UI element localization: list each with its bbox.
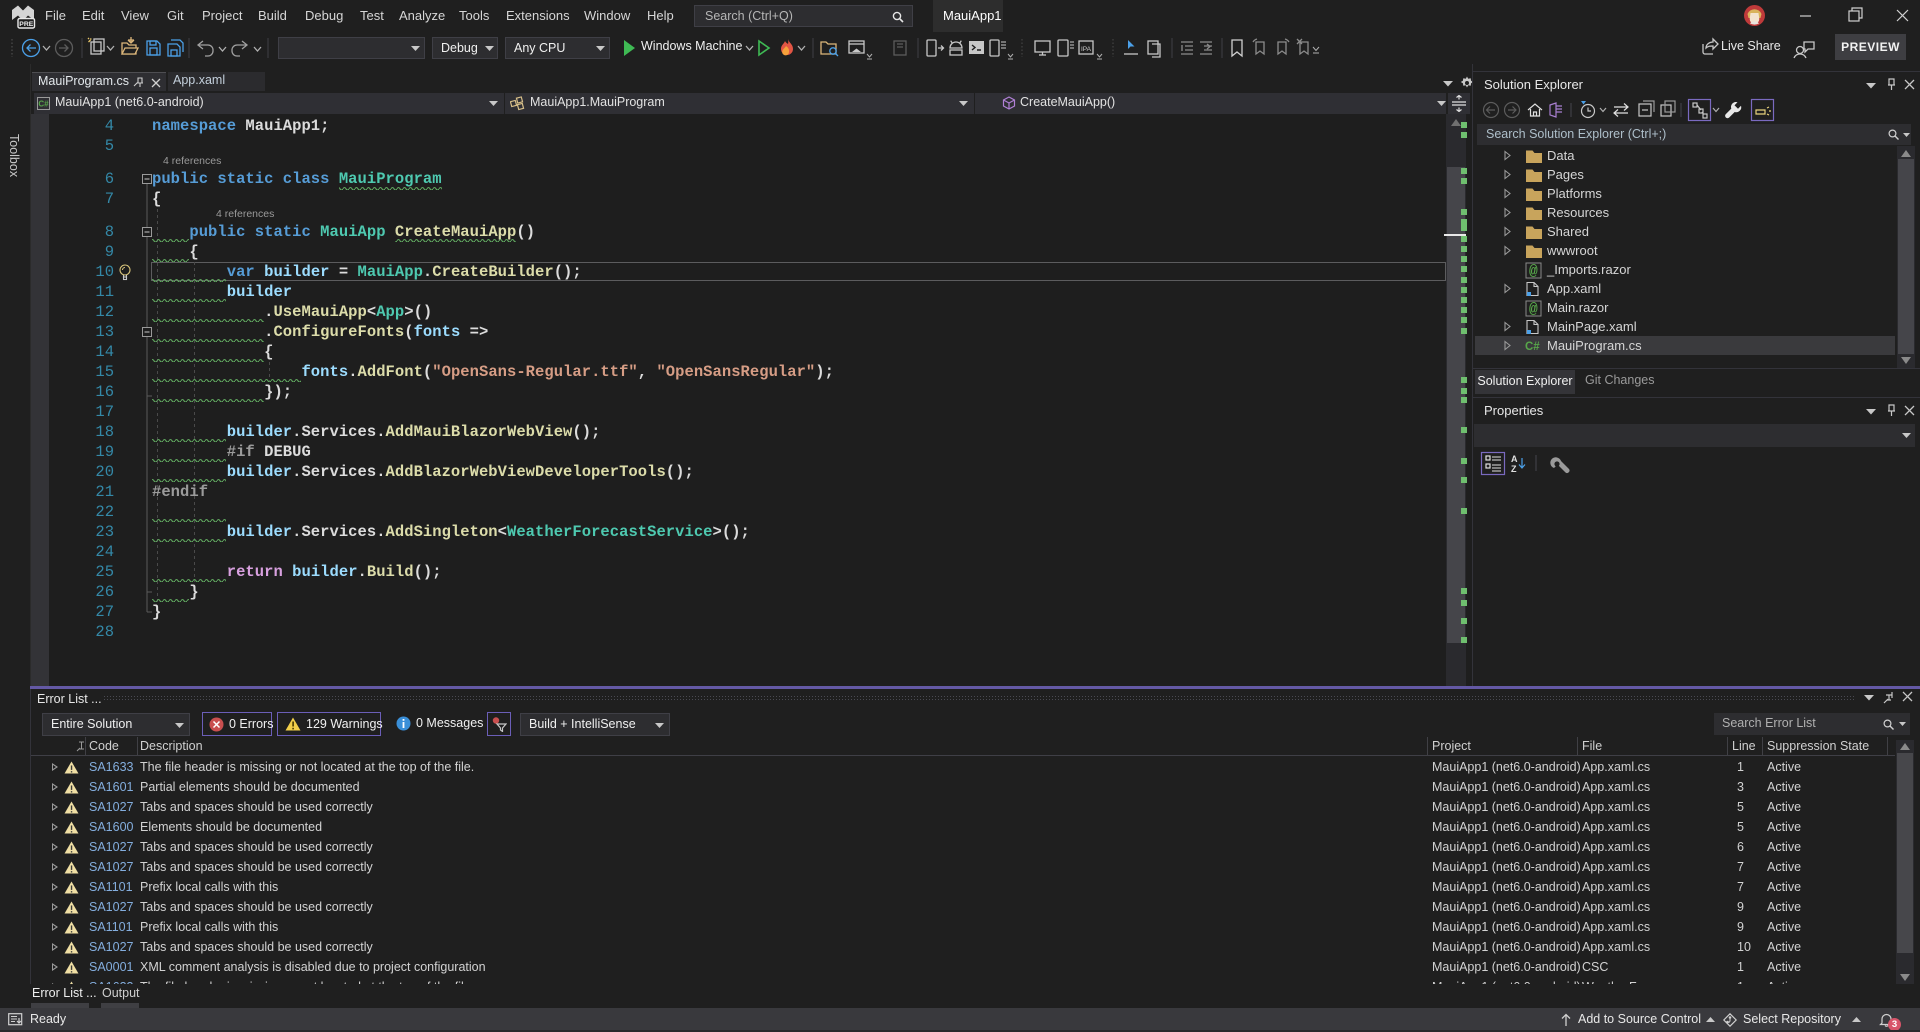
svg-text:_Imports.razor: _Imports.razor (1546, 262, 1631, 277)
svg-text:Platforms: Platforms (1547, 186, 1602, 201)
svg-text:Main.razor: Main.razor (1547, 300, 1609, 315)
svg-text:Resources: Resources (1547, 205, 1610, 220)
svg-text:C#: C# (38, 100, 49, 109)
svg-text:wwwroot: wwwroot (1546, 243, 1598, 258)
svg-text:Pages: Pages (1547, 167, 1584, 182)
svg-text:A: A (1511, 454, 1518, 464)
svg-text:@: @ (1529, 302, 1538, 318)
svg-text:App.xaml: App.xaml (1547, 281, 1601, 296)
svg-text:Z: Z (1511, 464, 1517, 474)
svg-text:Shared: Shared (1547, 224, 1589, 239)
svg-text:IPA: IPA (1081, 46, 1092, 53)
svg-text:MauiProgram.cs: MauiProgram.cs (1547, 338, 1642, 353)
svg-text:C#: C# (1525, 341, 1540, 353)
svg-text:Data: Data (1547, 148, 1575, 163)
svg-text:MainPage.xaml: MainPage.xaml (1547, 319, 1637, 334)
svg-text:@: @ (1529, 264, 1538, 280)
svg-text:PRE: PRE (19, 21, 33, 28)
